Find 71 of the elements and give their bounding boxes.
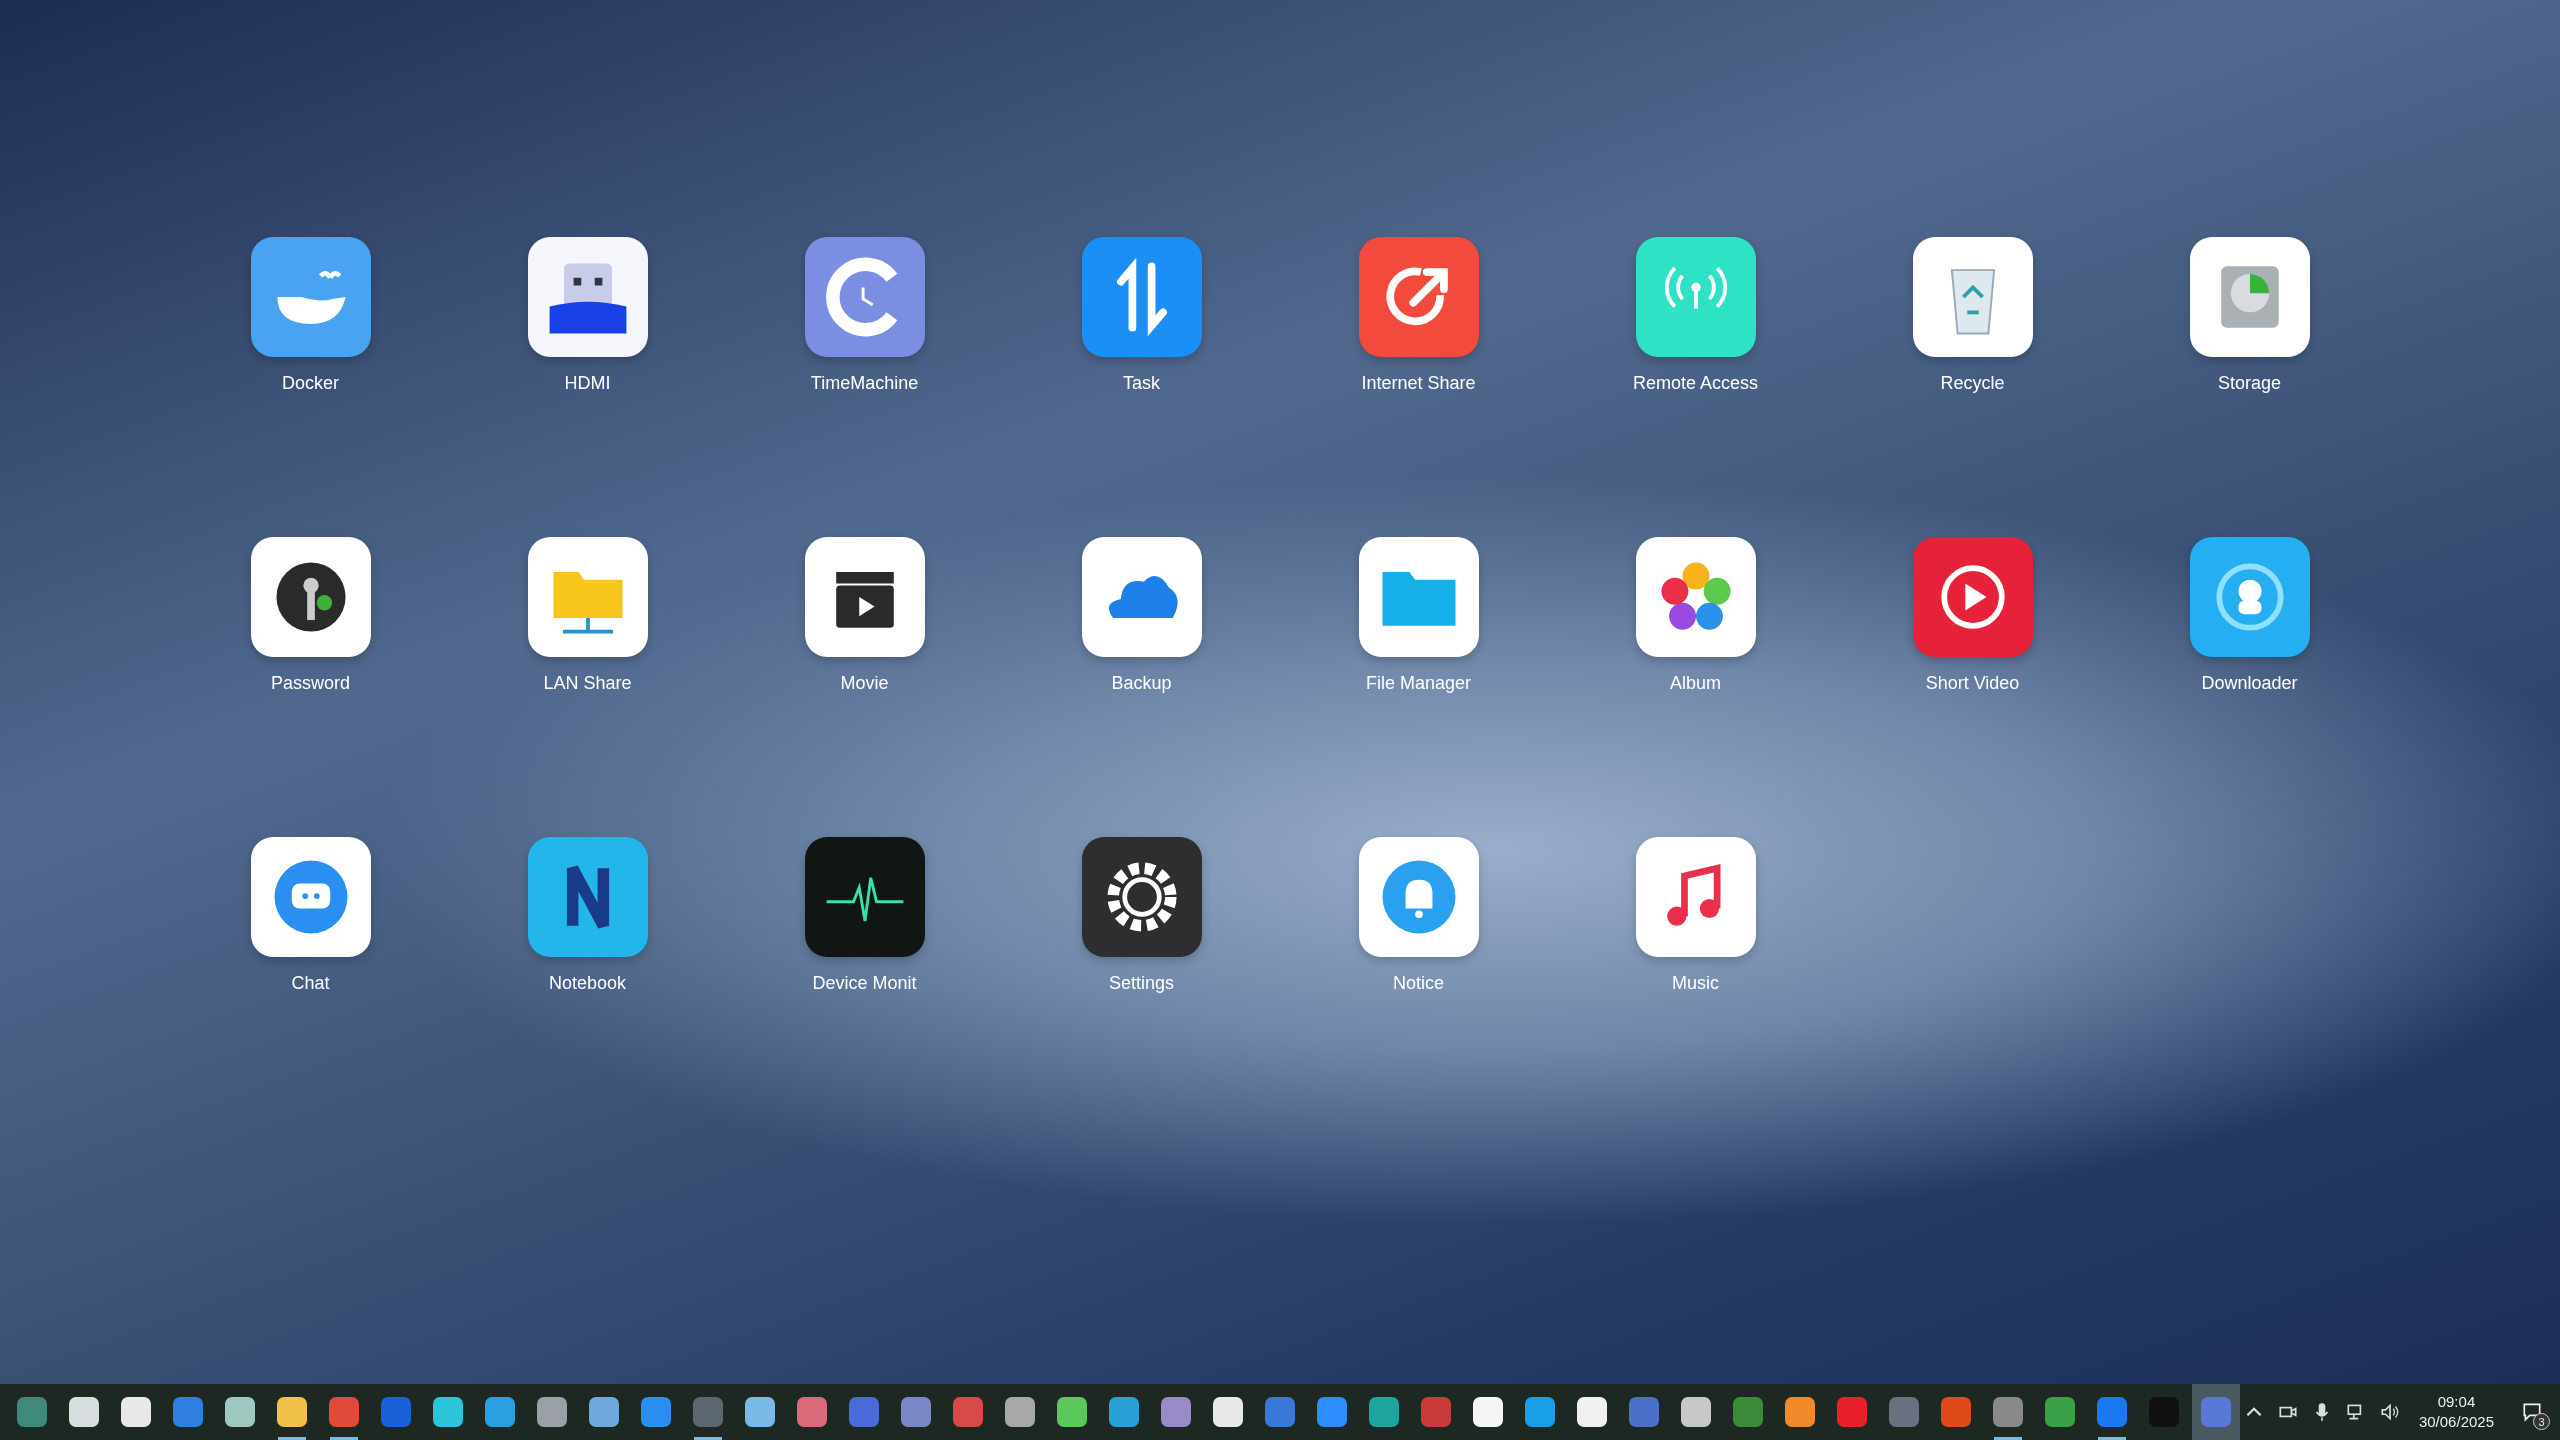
date-text: 30/06/2025 [2418, 1412, 2494, 1432]
clapper-icon [835, 572, 894, 628]
app-label: Backup [1111, 673, 1172, 694]
notification-button[interactable]: 3 [2512, 1392, 2552, 1432]
app-tile[interactable] [804, 537, 925, 657]
app-label: LAN Share [543, 673, 632, 694]
running-indicator [2098, 1437, 2126, 1440]
app-label: Password [271, 673, 350, 694]
app-tile[interactable] [1635, 237, 1756, 357]
app-tile[interactable] [1081, 837, 1202, 957]
clock-icon [825, 257, 897, 337]
antenna-icon [1664, 266, 1727, 309]
flower-icon [1660, 562, 1731, 630]
app-tile[interactable] [804, 837, 925, 957]
running-indicator [330, 1437, 358, 1440]
app-tile[interactable] [1635, 837, 1756, 957]
app-tile[interactable] [1358, 237, 1479, 357]
folder-icon [552, 572, 623, 634]
bluefolder-icon [1382, 572, 1455, 626]
app-tile[interactable] [250, 237, 371, 357]
app-tile[interactable] [1081, 537, 1202, 657]
bell-icon [1382, 860, 1455, 934]
note-icon [1666, 863, 1720, 926]
app-tile[interactable] [1912, 537, 2033, 657]
app-label: Chat [291, 973, 330, 994]
share-icon [1385, 267, 1448, 326]
app-tile[interactable] [527, 237, 648, 357]
app-tile[interactable] [1081, 237, 1202, 357]
app-label: Internet Share [1361, 373, 1476, 394]
arrows-icon [1116, 257, 1167, 337]
app-tile[interactable] [1358, 537, 1479, 657]
app-tile[interactable] [250, 537, 371, 657]
running-indicator [278, 1437, 306, 1440]
app-label: Settings [1108, 973, 1174, 994]
app-tile[interactable] [527, 537, 648, 657]
time-text: 09:04 [2437, 1392, 2476, 1412]
app-tile[interactable] [804, 237, 925, 357]
app-label: Notebook [548, 973, 627, 994]
app-label: Docker [282, 373, 339, 394]
app-label: HDMI [564, 373, 611, 394]
app-tile[interactable] [250, 837, 371, 957]
app-tile[interactable] [2189, 537, 2310, 657]
app-label: Remote Access [1632, 373, 1759, 394]
clock[interactable]: 09:04 30/06/2025 [2412, 1392, 2500, 1432]
app-label: Device Monit [812, 973, 917, 994]
app-tile[interactable] [1358, 837, 1479, 957]
pulse-icon [826, 876, 903, 923]
app-label: Album [1670, 673, 1721, 694]
app-tile[interactable] [527, 837, 648, 957]
app-label: Short Video [1925, 673, 2020, 694]
bin-icon [1950, 269, 1995, 335]
app-label: Task [1123, 373, 1160, 394]
cloud-icon [1108, 576, 1178, 619]
play-icon [1940, 565, 2005, 629]
app-label: TimeMachine [810, 373, 919, 394]
app-label: File Manager [1365, 673, 1471, 694]
app-label: Movie [840, 673, 889, 694]
volume-icon[interactable] [2378, 1401, 2401, 1423]
app-tile[interactable] [1912, 237, 2033, 357]
app-tile[interactable] [1635, 537, 1756, 657]
app-label: Notice [1393, 973, 1444, 994]
app-label: Recycle [1940, 373, 2005, 394]
chat-icon [274, 860, 347, 934]
app-label: Downloader [2201, 673, 2298, 694]
app-label: Music [1672, 973, 1719, 994]
notification-count: 3 [2533, 1413, 2550, 1430]
gear-icon [1106, 862, 1177, 932]
running-indicator [1994, 1437, 2022, 1440]
running-indicator [694, 1437, 722, 1440]
app-tile[interactable] [2189, 237, 2310, 357]
app-label: Storage [2217, 373, 2281, 394]
